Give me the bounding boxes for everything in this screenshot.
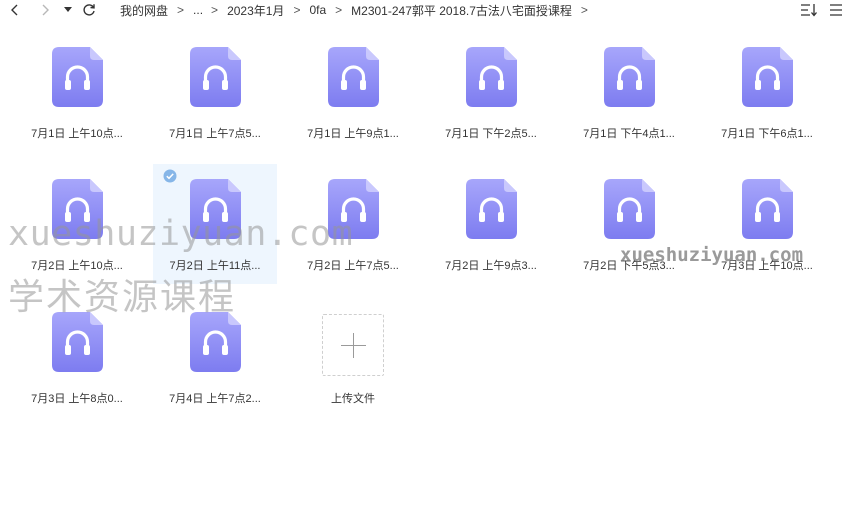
file-name-label: 7月2日 上午9点3... xyxy=(445,260,537,272)
audio-file-icon xyxy=(328,179,379,239)
file-item[interactable]: 7月2日 上午7点5... xyxy=(291,164,415,284)
file-item[interactable]: 7月4日 上午7点2... xyxy=(153,297,277,417)
file-name-label: 7月2日 上午11点... xyxy=(169,260,261,272)
audio-file-icon xyxy=(604,47,655,107)
file-item[interactable]: 7月1日 上午7点5... xyxy=(153,32,277,152)
file-item[interactable]: 7月3日 上午8点0... xyxy=(15,297,139,417)
file-name-label: 7月3日 上午10点... xyxy=(721,260,813,272)
file-item[interactable]: 7月2日 上午10点... xyxy=(15,164,139,284)
audio-file-icon xyxy=(604,179,655,239)
audio-file-icon xyxy=(466,47,517,107)
file-name-label: 7月1日 上午9点1... xyxy=(307,128,399,140)
audio-file-icon xyxy=(466,179,517,239)
file-name-label: 7月1日 下午2点5... xyxy=(445,128,537,140)
file-item[interactable]: 7月2日 上午9点3... xyxy=(429,164,553,284)
file-item[interactable]: 7月2日 下午5点3... xyxy=(567,164,691,284)
audio-file-icon xyxy=(52,179,103,239)
file-item[interactable]: 7月1日 下午2点5... xyxy=(429,32,553,152)
audio-file-icon xyxy=(190,179,241,239)
file-name-label: 7月4日 上午7点2... xyxy=(169,393,261,405)
audio-file-icon xyxy=(52,47,103,107)
audio-file-icon xyxy=(190,312,241,372)
file-item[interactable]: 7月1日 上午9点1... xyxy=(291,32,415,152)
file-grid: 7月1日 上午10点... 7月1日 上午7点5... 7月1日 上午9点1... 7… xyxy=(0,0,853,522)
upload-box[interactable] xyxy=(322,314,384,376)
file-name-label: 7月1日 上午10点... xyxy=(31,128,123,140)
file-name-label: 7月1日 下午6点1... xyxy=(721,128,813,140)
upload-file-button[interactable]: 上传文件 xyxy=(291,297,415,417)
file-name-label: 7月2日 下午5点3... xyxy=(583,260,675,272)
file-item[interactable]: 7月3日 上午10点... xyxy=(705,164,829,284)
audio-file-icon xyxy=(190,47,241,107)
file-name-label: 7月2日 上午10点... xyxy=(31,260,123,272)
file-name-label: 7月1日 上午7点5... xyxy=(169,128,261,140)
file-name-label: 7月1日 下午4点1... xyxy=(583,128,675,140)
file-item[interactable]: 7月1日 下午4点1... xyxy=(567,32,691,152)
file-item[interactable]: 7月1日 下午6点1... xyxy=(705,32,829,152)
file-name-label: 7月3日 上午8点0... xyxy=(31,393,123,405)
upload-label: 上传文件 xyxy=(331,393,375,405)
file-item[interactable]: 7月2日 上午11点... xyxy=(153,164,277,284)
checkmark-icon[interactable] xyxy=(163,169,177,183)
audio-file-icon xyxy=(742,179,793,239)
audio-file-icon xyxy=(328,47,379,107)
file-item[interactable]: 7月1日 上午10点... xyxy=(15,32,139,152)
audio-file-icon xyxy=(52,312,103,372)
audio-file-icon xyxy=(742,47,793,107)
file-name-label: 7月2日 上午7点5... xyxy=(307,260,399,272)
